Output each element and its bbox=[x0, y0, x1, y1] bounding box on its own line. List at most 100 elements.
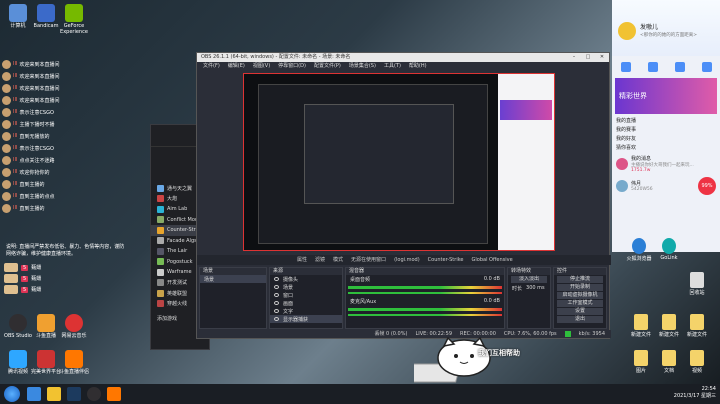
window-title: Global Offensive bbox=[471, 257, 513, 263]
source-item[interactable]: 显示器捕获 bbox=[270, 315, 342, 323]
steam-icon[interactable] bbox=[67, 387, 81, 401]
qq-panel[interactable]: 发嗷儿 <那你的的她的的方面距离> 精彩世界 我的直播 我的赛事 我的好友 猜你… bbox=[612, 0, 720, 252]
menu-view[interactable]: 视图(V) bbox=[253, 62, 270, 71]
desktop-icon-folder[interactable]: 视频 bbox=[684, 350, 710, 374]
chat-message: III 欢迎来到本直播间 bbox=[2, 58, 130, 70]
transitions-dock: 转场特效 淡入淡出 时长 300 ms bbox=[507, 267, 551, 329]
clock-time: 22:54 bbox=[701, 386, 716, 392]
menu-help[interactable]: 帮助(H) bbox=[409, 62, 427, 71]
ie-icon[interactable] bbox=[27, 387, 41, 401]
volume-slider[interactable] bbox=[348, 314, 502, 316]
menu-edit[interactable]: 编辑(E) bbox=[228, 62, 245, 71]
duration-input[interactable]: 300 ms bbox=[526, 285, 545, 291]
scene-item[interactable]: 场景 bbox=[200, 275, 266, 283]
maximize-icon[interactable]: □ bbox=[581, 53, 595, 62]
desktop-icon-label: 腾讯视频 bbox=[7, 369, 28, 375]
desktop-icon-label: Bandicam bbox=[33, 23, 59, 29]
menu-profile[interactable]: 配置文件(P) bbox=[314, 62, 341, 71]
obs-statusbar: 丢帧 0 (0.0%) LIVE: 00:22:59 REC: 00:00:00… bbox=[197, 330, 611, 338]
menu-file[interactable]: 文件(F) bbox=[203, 62, 220, 71]
properties-button[interactable]: 属性 bbox=[297, 255, 307, 265]
obs-titlebar[interactable]: OBS 26.1.1 (64-bit, windows) - 配置文件: 未命名… bbox=[197, 53, 609, 62]
menu-docks[interactable]: 停靠窗口(D) bbox=[278, 62, 306, 71]
transition-select[interactable]: 淡入淡出 bbox=[511, 276, 547, 283]
source-item[interactable]: 摄像头 bbox=[270, 275, 342, 283]
stop-streaming-button[interactable]: 停止推流 bbox=[557, 276, 603, 283]
desktop-icon-folder[interactable]: 新建文件 bbox=[628, 314, 654, 338]
eye-icon[interactable] bbox=[274, 317, 279, 321]
tencent-video-icon bbox=[9, 350, 27, 368]
qq-list: 我的直播 我的赛事 我的好友 猜你喜欢 我的消息 主播说你好大哥我们一起来玩...… bbox=[612, 114, 720, 200]
eye-icon[interactable] bbox=[274, 285, 279, 289]
desktop-icon-geforce[interactable]: GeForce Experience bbox=[58, 4, 90, 35]
avatar bbox=[2, 83, 11, 93]
minimize-icon[interactable]: – bbox=[567, 53, 581, 62]
desktop-icon-douyu-companion[interactable]: 斗鱼直播伴侣 bbox=[58, 350, 90, 375]
eye-icon[interactable] bbox=[274, 309, 279, 313]
game-icon[interactable] bbox=[701, 62, 712, 72]
friends-icon[interactable] bbox=[647, 62, 658, 72]
window-class: (logi.mod) bbox=[394, 257, 420, 263]
obs-window[interactable]: OBS 26.1.1 (64-bit, windows) - 配置文件: 未命名… bbox=[196, 52, 611, 339]
chat-text: 欢迎来到本直播间 bbox=[19, 73, 60, 80]
avatar bbox=[2, 203, 11, 213]
source-item[interactable]: 窗口 bbox=[270, 291, 342, 299]
studio-mode-button[interactable]: 工作室模式 bbox=[557, 300, 603, 307]
folder-icon bbox=[662, 350, 676, 366]
game-icon bbox=[157, 205, 164, 213]
home-icon[interactable] bbox=[620, 62, 631, 72]
start-recording-button[interactable]: 开始录制 bbox=[557, 284, 603, 291]
close-icon[interactable]: ✕ bbox=[595, 53, 609, 62]
source-item[interactable]: 画面 bbox=[270, 299, 342, 307]
desktop-icon-label: OBS Studio bbox=[4, 333, 32, 339]
qq-chat-item[interactable]: 我的消息 主播说你好大哥我们一起来玩... 1751.7w bbox=[616, 153, 716, 175]
desktop-icon-folder[interactable]: 图片 bbox=[628, 350, 654, 374]
obs-taskbar-icon[interactable] bbox=[87, 387, 101, 401]
chat-text: 欢迎来到本直播间 bbox=[19, 85, 60, 92]
filters-button[interactable]: 滤镜 bbox=[315, 255, 325, 265]
sticker-caption: 我们互相帮助 bbox=[478, 349, 520, 357]
source-item[interactable]: 场景 bbox=[270, 283, 342, 291]
settings-button[interactable]: 设置 bbox=[557, 308, 603, 315]
promo-banner[interactable]: 精彩世界 bbox=[615, 78, 717, 114]
list-item[interactable]: 我的赛事 bbox=[616, 126, 716, 135]
douyu-taskbar-icon[interactable] bbox=[107, 387, 121, 401]
virtual-camera-button[interactable]: 启动虚拟摄像机 bbox=[557, 292, 603, 299]
desktop-icon-golink[interactable]: GoLink bbox=[656, 238, 682, 261]
window-select[interactable]: 无源在使用窗口 bbox=[351, 255, 386, 265]
avatar[interactable] bbox=[618, 22, 636, 40]
preview-qq-panel bbox=[498, 74, 554, 250]
explorer-icon[interactable] bbox=[47, 387, 61, 401]
desktop-icon-netease-music[interactable]: 网易云音乐 bbox=[58, 314, 90, 339]
game-icon bbox=[157, 195, 164, 203]
avatar bbox=[2, 191, 11, 201]
list-item[interactable]: 我的好友 bbox=[616, 135, 716, 144]
exit-button[interactable]: 退出 bbox=[557, 316, 603, 323]
game-icon bbox=[157, 226, 164, 234]
desktop-icon-folder[interactable]: 新建文件 bbox=[656, 314, 682, 338]
eye-icon[interactable] bbox=[274, 301, 279, 305]
desktop-icon-firefox[interactable]: 火狐浏览器 bbox=[626, 238, 652, 262]
sources-dock: 来源 摄像头 场景 窗口 画面 文字 显示器捕获 bbox=[269, 267, 343, 329]
desktop-icon-recycle-bin[interactable]: 回收站 bbox=[684, 272, 710, 296]
eye-icon[interactable] bbox=[274, 293, 279, 297]
desktop-icon-folder[interactable]: 文档 bbox=[656, 350, 682, 374]
obs-preview[interactable] bbox=[243, 73, 555, 251]
source-item[interactable]: 文字 bbox=[270, 307, 342, 315]
list-item[interactable]: 我的直播 bbox=[616, 117, 716, 126]
list-item[interactable]: 猜你喜欢 bbox=[616, 144, 716, 153]
system-tray-clock[interactable]: 22:54 2021/3/17 星期三 bbox=[674, 386, 716, 400]
eye-icon[interactable] bbox=[274, 277, 279, 281]
desktop-icon-folder[interactable]: 新建文件 bbox=[684, 314, 710, 338]
start-button-icon[interactable] bbox=[4, 386, 20, 402]
qq-chat-item[interactable]: 伟月 5420W56 99% bbox=[616, 175, 716, 197]
avatar bbox=[2, 179, 11, 189]
group-icon[interactable] bbox=[674, 62, 685, 72]
avatar bbox=[616, 180, 628, 192]
mixer-channel-db: 0.0 dB bbox=[483, 298, 500, 304]
window-name: Counter-Strike bbox=[427, 257, 464, 263]
volume-slider[interactable] bbox=[348, 292, 502, 294]
menu-tools[interactable]: 工具(T) bbox=[384, 62, 401, 71]
game-icon bbox=[157, 184, 164, 192]
menu-scene-collection[interactable]: 场景集合(S) bbox=[349, 62, 376, 71]
